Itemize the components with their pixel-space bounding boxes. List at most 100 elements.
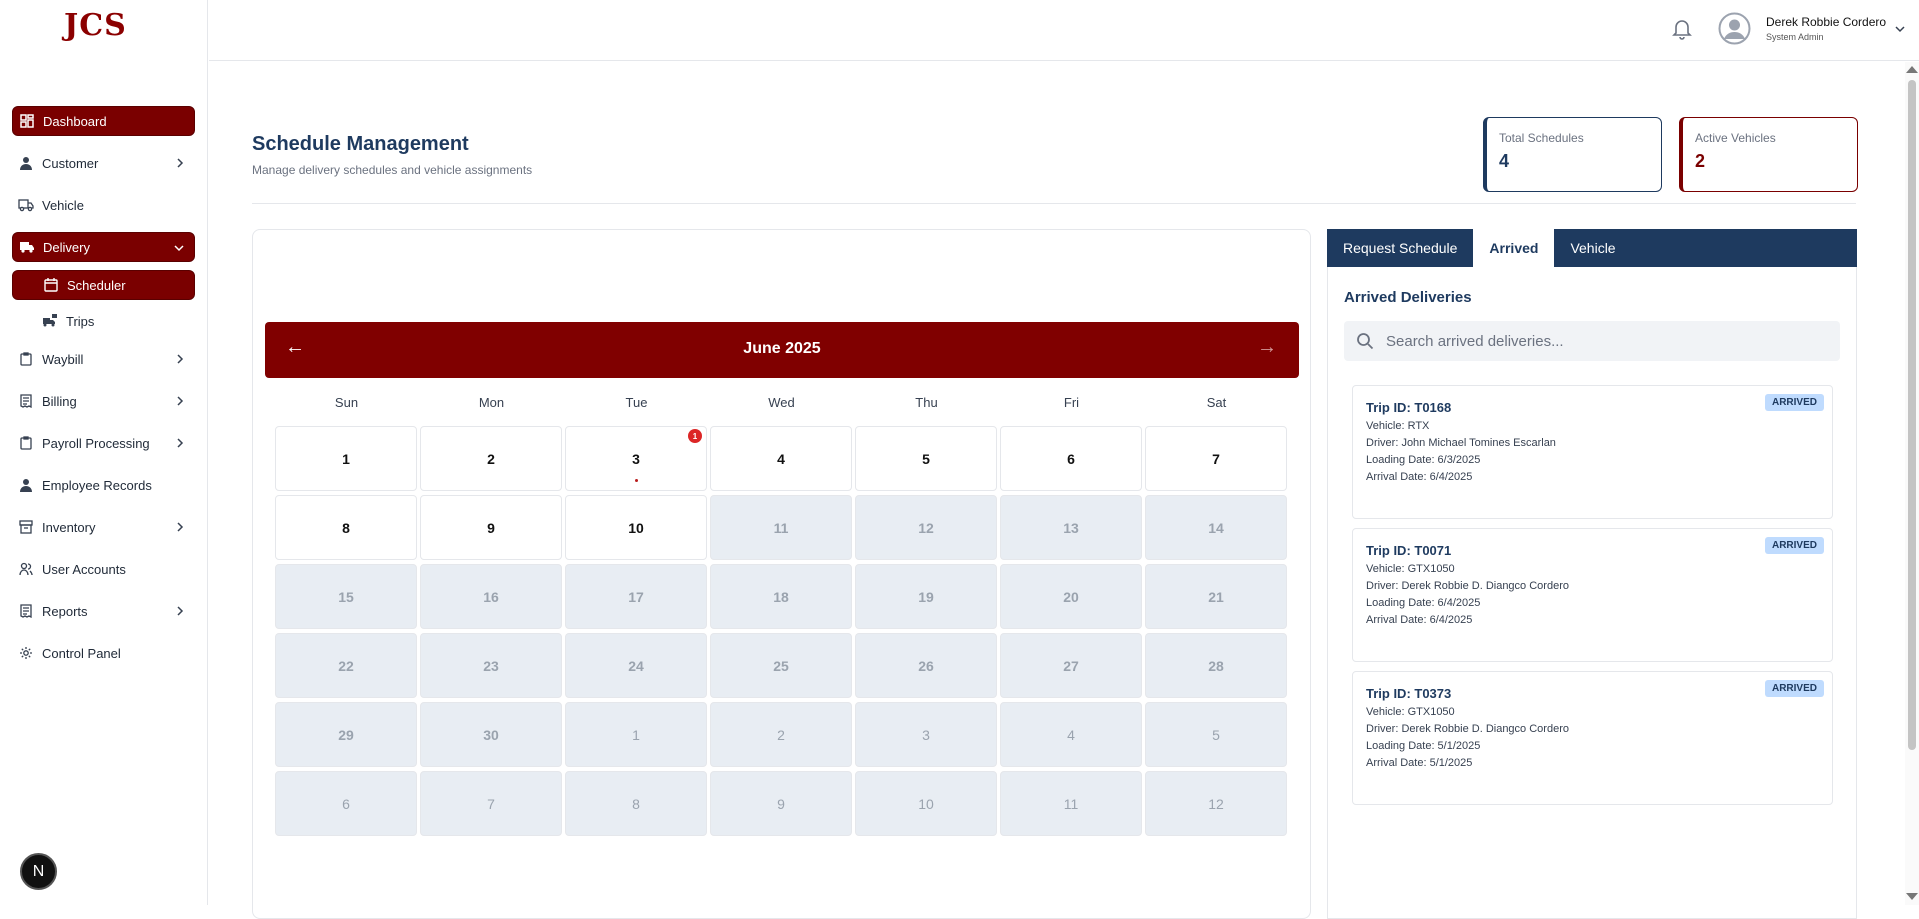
calendar-day[interactable]: 25 [710,633,852,698]
calendar-day[interactable]: 2 [420,426,562,491]
sidebar-item-user-accounts[interactable]: User Accounts [12,554,195,584]
calendar-day[interactable]: 27 [1000,633,1142,698]
sidebar-item-label: Customer [42,155,99,171]
calendar-month: June 2025 [743,340,821,357]
sidebar-item-employee-records[interactable]: Employee Records [12,470,195,500]
calendar-day[interactable]: 12 [855,495,997,560]
tab-request-schedule[interactable]: Request Schedule [1327,229,1473,267]
calendar-day[interactable]: 9 [420,495,562,560]
calendar-day[interactable]: 22 [275,633,417,698]
sidebar-item-inventory[interactable]: Inventory [12,512,195,542]
calendar-day[interactable]: 26 [855,633,997,698]
sidebar-item-customer[interactable]: Customer [12,148,195,178]
trip-card[interactable]: Trip ID: T0168 Vehicle: RTX Driver: John… [1352,385,1833,519]
calendar-day[interactable]: 13 [1000,495,1142,560]
top-bar [209,0,1919,61]
event-count-badge: 1 [688,429,702,443]
calendar-day[interactable]: 11 [710,495,852,560]
user-role: System Admin [1766,32,1824,42]
sidebar-item-label: Control Panel [42,645,121,661]
calendar-day[interactable]: 5 [855,426,997,491]
calendar-day[interactable]: 21 [1145,564,1287,629]
calendar-day[interactable]: 14 [1145,495,1287,560]
calendar-header: ← June 2025 → [265,322,1299,378]
scroll-up-arrow[interactable] [1906,66,1918,73]
trip-card[interactable]: Trip ID: T0071 Vehicle: GTX1050 Driver: … [1352,528,1833,662]
tab-vehicle[interactable]: Vehicle [1554,229,1631,267]
sidebar-item-label: Inventory [42,519,96,535]
chevron-down-icon[interactable] [1893,22,1907,36]
calendar-day[interactable]: 1 [275,426,417,491]
calendar-day[interactable]: 11 [1000,771,1142,836]
sidebar-item-waybill[interactable]: Waybill [12,344,195,374]
calendar-day[interactable]: 4 [710,426,852,491]
sidebar-item-trips[interactable]: Trips [12,308,195,334]
calendar-day-number: 11 [773,519,789,536]
calendar-day[interactable]: 8 [565,771,707,836]
calendar-day[interactable]: 9 [710,771,852,836]
calendar-day-number: 29 [338,726,354,743]
trip-id: Trip ID: T0071 [1366,543,1452,558]
calendar-day[interactable]: 2 [710,702,852,767]
sidebar-item-delivery[interactable]: Delivery [12,232,195,262]
calendar-day[interactable]: 8 [275,495,417,560]
archive-icon [18,519,34,535]
scrollbar-thumb[interactable] [1908,80,1916,750]
sidebar-item-label: User Accounts [42,561,126,577]
calendar-day-number: 10 [628,519,644,536]
calendar-day[interactable]: 17 [565,564,707,629]
calendar-day[interactable]: 28 [1145,633,1287,698]
calendar-day[interactable]: 24 [565,633,707,698]
user-name[interactable]: Derek Robbie Cordero [1766,15,1886,29]
calendar-day[interactable]: 12 [1145,771,1287,836]
calendar-day-number: 14 [1208,519,1224,536]
bell-icon[interactable] [1672,18,1692,40]
trip-card[interactable]: Trip ID: T0373 Vehicle: GTX1050 Driver: … [1352,671,1833,805]
sidebar-item-payroll[interactable]: Payroll Processing [12,428,195,458]
page-subtitle: Manage delivery schedules and vehicle as… [252,163,533,177]
weekday-label: Fri [1063,395,1080,410]
calendar-day[interactable]: 31 [565,426,707,491]
calendar-day[interactable]: 16 [420,564,562,629]
next-month-button[interactable]: → [1257,336,1277,359]
scroll-down-arrow[interactable] [1906,893,1918,900]
weekday-label: Tue [625,395,648,410]
calendar-day[interactable]: 15 [275,564,417,629]
next-dev-badge[interactable]: N [20,853,57,890]
calendar-day[interactable]: 19 [855,564,997,629]
tab-arrived[interactable]: Arrived [1473,229,1555,267]
calendar-day-number: 9 [487,519,495,536]
gear-icon [18,645,34,661]
calendar-day[interactable]: 3 [855,702,997,767]
calendar-day[interactable]: 20 [1000,564,1142,629]
sidebar-item-control-panel[interactable]: Control Panel [12,638,195,668]
calendar-day[interactable]: 23 [420,633,562,698]
sidebar-item-billing[interactable]: Billing [12,386,195,416]
search-input[interactable] [1386,321,1826,361]
calendar-day[interactable]: 29 [275,702,417,767]
sidebar-item-reports[interactable]: Reports [12,596,195,626]
calendar-day-number: 15 [338,588,354,605]
calendar-day[interactable]: 18 [710,564,852,629]
chevron-right-icon [177,396,184,406]
calendar-day-number: 20 [1063,588,1079,605]
calendar-day[interactable]: 10 [565,495,707,560]
calendar-day[interactable]: 10 [855,771,997,836]
calendar-day[interactable]: 4 [1000,702,1142,767]
sidebar-item-label: Billing [42,393,77,409]
calendar-day[interactable]: 6 [1000,426,1142,491]
sidebar-item-vehicle[interactable]: Vehicle [12,190,195,220]
calendar-day[interactable]: 5 [1145,702,1287,767]
calendar-day-number: 2 [777,726,785,743]
trip-loading-date: Loading Date: 6/4/2025 [1366,597,1481,609]
calendar-day[interactable]: 7 [1145,426,1287,491]
avatar[interactable] [1718,12,1751,45]
sidebar-item-dashboard[interactable]: Dashboard [12,106,195,136]
weekday-label: Thu [915,395,938,410]
calendar-day[interactable]: 30 [420,702,562,767]
calendar-day[interactable]: 1 [565,702,707,767]
sidebar-item-scheduler[interactable]: Scheduler [12,270,195,300]
calendar-day[interactable]: 7 [420,771,562,836]
calendar-day[interactable]: 6 [275,771,417,836]
calendar-day-number: 4 [1067,726,1075,743]
